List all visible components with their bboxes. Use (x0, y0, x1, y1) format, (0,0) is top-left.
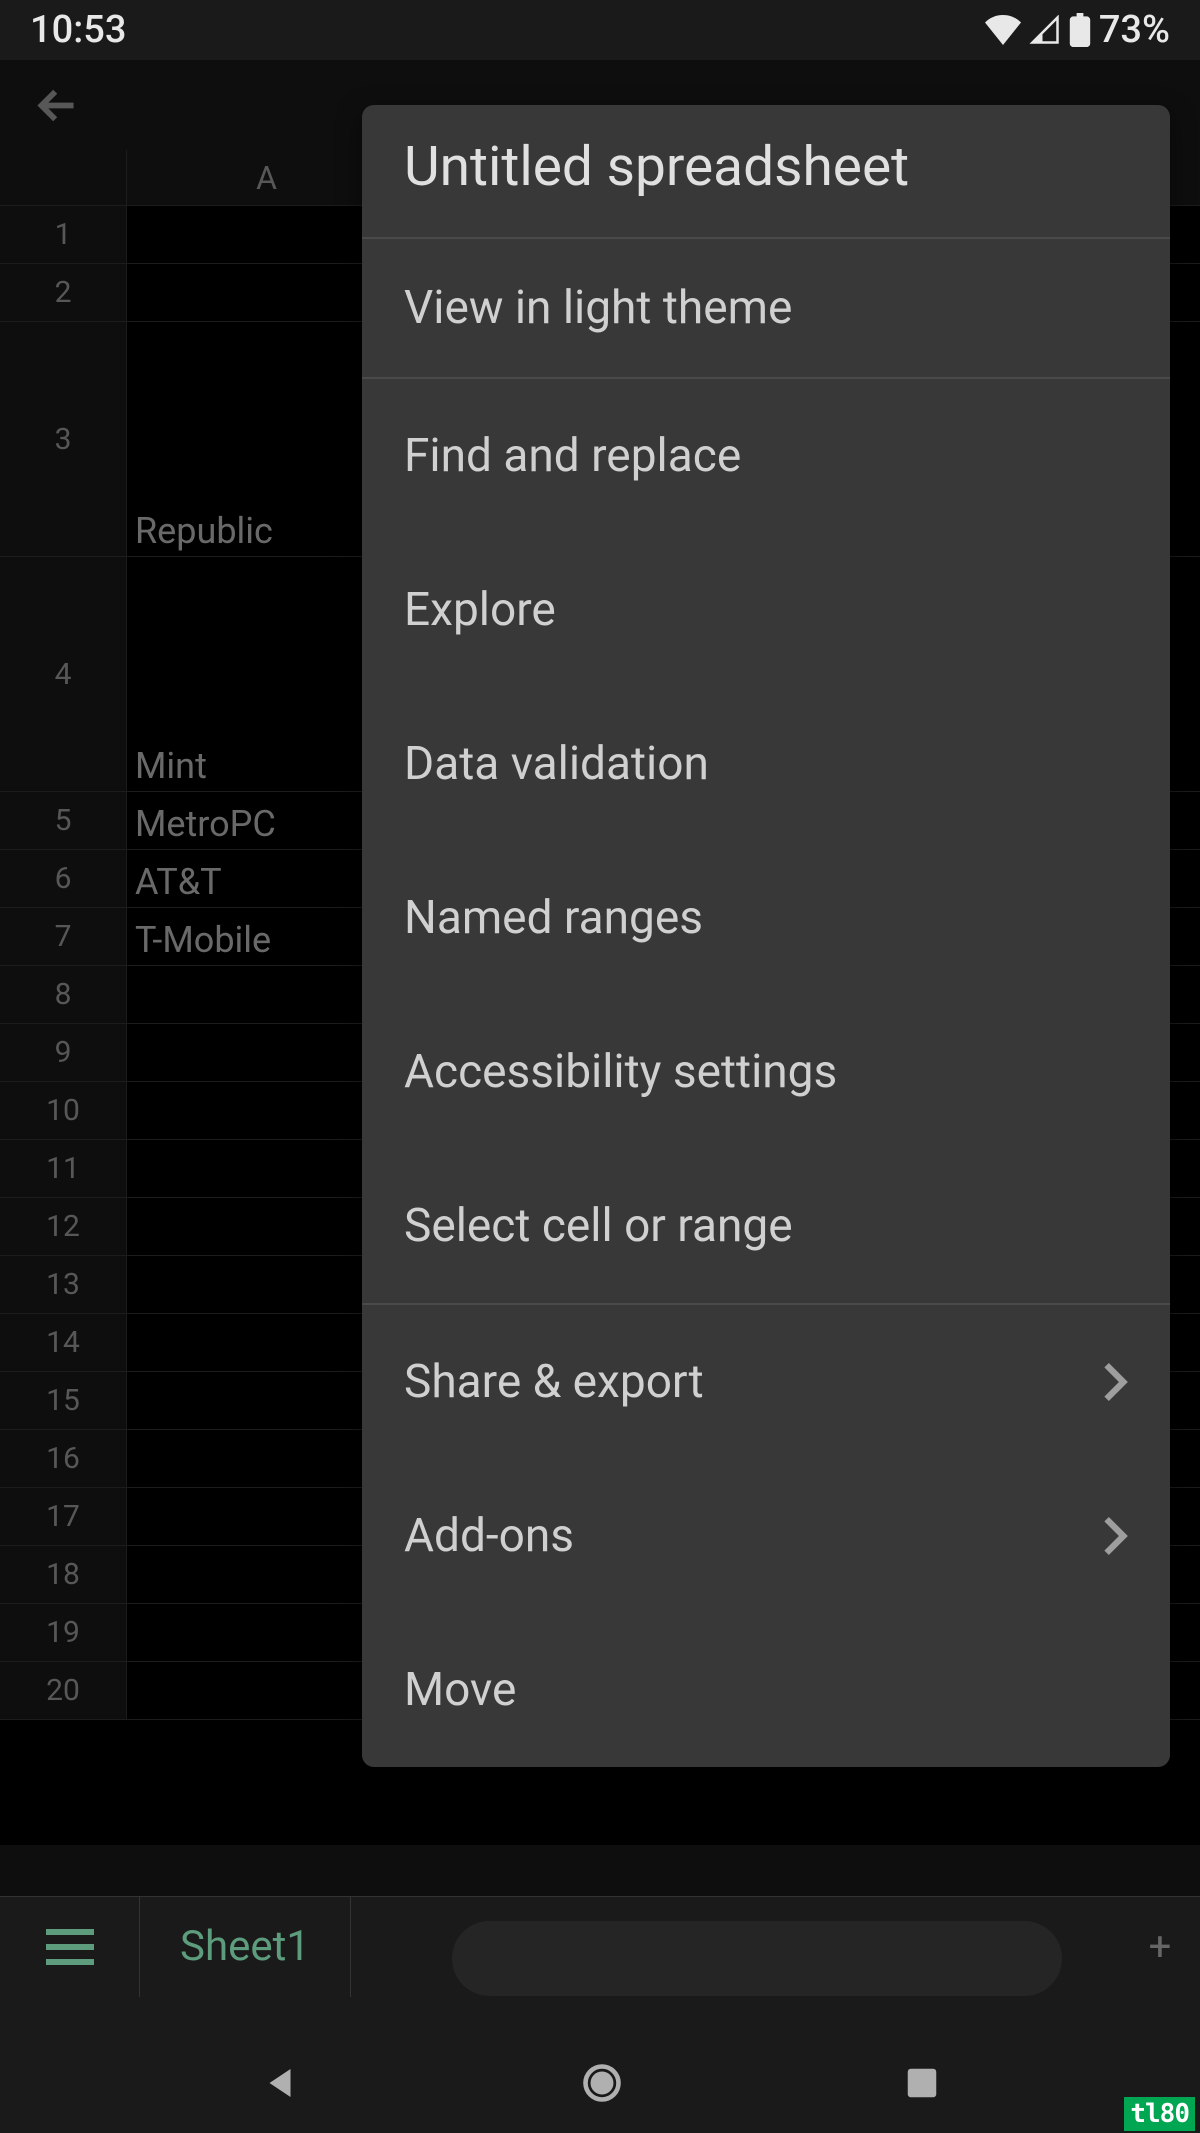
row-header[interactable]: 15 (0, 1372, 127, 1429)
row-header[interactable]: 12 (0, 1198, 127, 1255)
row-header[interactable]: 11 (0, 1140, 127, 1197)
menu-data-validation[interactable]: Data validation (362, 687, 1170, 841)
sheet-tab-active[interactable]: Sheet1 (140, 1897, 351, 1997)
hamburger-icon (46, 1928, 94, 1966)
menu-header: Untitled spreadsheet (362, 105, 1170, 239)
row-header[interactable]: 13 (0, 1256, 127, 1313)
row-header[interactable]: 9 (0, 1024, 127, 1081)
menu-view-light-theme[interactable]: View in light theme (362, 239, 1170, 377)
menu-title: Untitled spreadsheet (404, 135, 1128, 199)
battery-icon (1069, 13, 1091, 47)
status-right: 73% (985, 8, 1170, 52)
nav-home-icon[interactable] (580, 2061, 624, 2105)
watermark: tl80 (1124, 2097, 1195, 2131)
overflow-menu: Untitled spreadsheet View in light theme… (362, 105, 1170, 1767)
android-nav-bar (0, 2033, 1200, 2133)
menu-accessibility-settings[interactable]: Accessibility settings (362, 995, 1170, 1149)
menu-move[interactable]: Move (362, 1613, 1170, 1767)
add-sheet-button[interactable]: + (1120, 1897, 1200, 1997)
signal-icon (1029, 15, 1061, 45)
back-arrow-icon[interactable] (30, 78, 85, 133)
row-header[interactable]: 10 (0, 1082, 127, 1139)
chevron-right-icon (1102, 1515, 1128, 1557)
status-bar: 10:53 73% (0, 0, 1200, 60)
formula-input-bar[interactable] (452, 1921, 1062, 1996)
menu-named-ranges[interactable]: Named ranges (362, 841, 1170, 995)
corner-cell[interactable] (0, 150, 127, 205)
wifi-icon (985, 15, 1021, 45)
menu-addons-label: Add-ons (404, 1509, 574, 1563)
row-header[interactable]: 3 (0, 322, 127, 556)
row-header[interactable]: 19 (0, 1604, 127, 1661)
row-header[interactable]: 1 (0, 206, 127, 263)
row-header[interactable]: 5 (0, 792, 127, 849)
menu-explore[interactable]: Explore (362, 533, 1170, 687)
menu-addons[interactable]: Add-ons (362, 1459, 1170, 1613)
row-header[interactable]: 4 (0, 557, 127, 791)
chevron-right-icon (1102, 1361, 1128, 1403)
row-header[interactable]: 16 (0, 1430, 127, 1487)
nav-back-icon[interactable] (259, 2062, 301, 2104)
row-header[interactable]: 20 (0, 1662, 127, 1719)
menu-share-export[interactable]: Share & export (362, 1305, 1170, 1459)
battery-percent: 73% (1099, 8, 1170, 52)
sheets-menu-button[interactable] (0, 1897, 140, 1997)
row-header[interactable]: 2 (0, 264, 127, 321)
row-header[interactable]: 8 (0, 966, 127, 1023)
menu-select-cell-range[interactable]: Select cell or range (362, 1149, 1170, 1303)
menu-find-replace[interactable]: Find and replace (362, 379, 1170, 533)
row-header[interactable]: 7 (0, 908, 127, 965)
row-header[interactable]: 14 (0, 1314, 127, 1371)
row-header[interactable]: 6 (0, 850, 127, 907)
row-header[interactable]: 17 (0, 1488, 127, 1545)
row-header[interactable]: 18 (0, 1546, 127, 1603)
menu-share-export-label: Share & export (404, 1355, 704, 1409)
nav-recent-icon[interactable] (903, 2064, 941, 2102)
status-time: 10:53 (30, 8, 126, 52)
